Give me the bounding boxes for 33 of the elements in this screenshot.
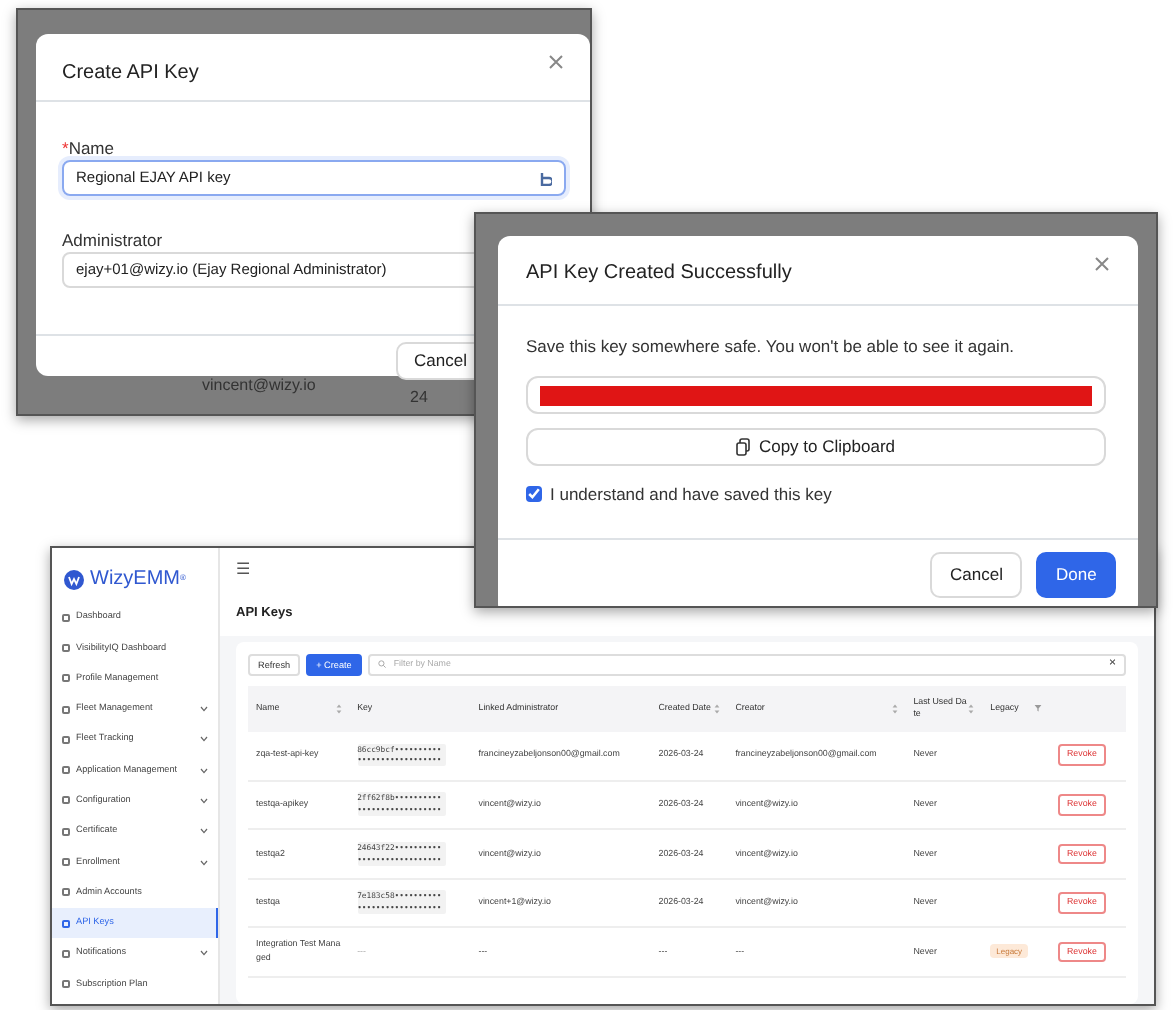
logo-icon (64, 569, 84, 589)
square-icon (62, 949, 70, 958)
square-icon (62, 980, 70, 989)
search-icon (377, 660, 386, 669)
square-icon (62, 613, 70, 622)
copy-icon (736, 438, 751, 456)
square-icon (62, 919, 70, 928)
password-manager-icon (540, 171, 552, 185)
close-icon (548, 54, 564, 70)
close-icon (1094, 256, 1110, 272)
close-button[interactable] (548, 54, 564, 70)
dialog-title: Create API Key (62, 60, 199, 88)
square-icon (62, 735, 70, 744)
square-icon (62, 796, 70, 805)
checkbox-label: I understand and have saved this key (550, 482, 832, 508)
square-icon (62, 858, 70, 867)
menu-icon[interactable]: ☰ (236, 558, 250, 582)
copy-button[interactable]: Copy to Clipboard (526, 428, 1106, 466)
square-icon (62, 674, 70, 683)
square-icon (62, 888, 70, 897)
date-text: 24 (410, 386, 428, 410)
field-label: Administrator (62, 228, 163, 254)
square-icon (62, 827, 70, 836)
square-icon (62, 705, 70, 714)
checkbox[interactable] (526, 486, 542, 503)
message-text: Save this key somewhere safe. You won't be able to see it again. (526, 334, 1015, 360)
close-button[interactable] (1094, 256, 1110, 272)
cancel-button[interactable]: Cancel (930, 552, 1023, 598)
email-text: vincent@wizy.io (202, 374, 316, 398)
square-icon (62, 766, 70, 775)
field-label: *Name (62, 136, 114, 162)
square-icon (62, 643, 70, 652)
done-button[interactable]: Done (1036, 552, 1117, 598)
